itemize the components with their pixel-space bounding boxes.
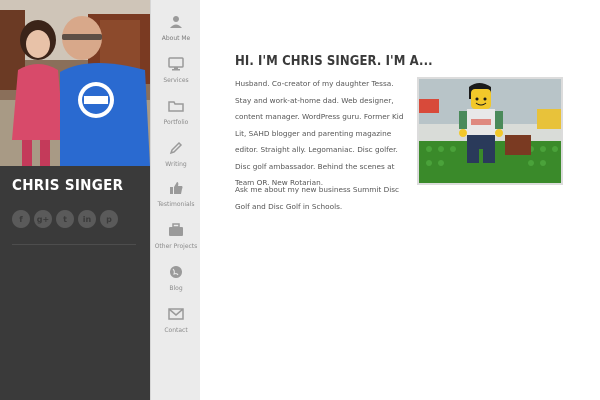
facebook-icon[interactable]: f — [12, 210, 30, 228]
nav-label: About Me — [161, 35, 191, 42]
lego-minifigure-photo — [417, 77, 563, 185]
page-title: Hi. I'm Chris Singer. I'm a... — [235, 54, 433, 69]
nav-item-testimonials[interactable]: Testimonials — [151, 180, 201, 216]
twitter-icon[interactable]: t — [56, 210, 74, 228]
nav-item-other-projects[interactable]: Other Projects — [151, 222, 201, 258]
profile-name: Chris Singer — [12, 176, 124, 194]
envelope-icon — [168, 306, 184, 322]
pinterest-icon[interactable]: p — [100, 210, 118, 228]
nav-label: Portfolio — [163, 119, 189, 126]
nav-item-contact[interactable]: Contact — [151, 306, 201, 342]
nav-label: Contact — [164, 327, 188, 334]
social-links: f g+ t in p — [12, 210, 118, 228]
pencil-icon — [168, 140, 184, 156]
main-nav: About Me Services Portfolio Writing Test… — [150, 0, 200, 400]
folder-icon — [168, 98, 184, 114]
about-section: Hi. I'm Chris Singer. I'm a... — [235, 50, 565, 77]
profile-photo — [0, 0, 150, 166]
linkedin-icon[interactable]: in — [78, 210, 96, 228]
active-nav-indicator — [200, 42, 206, 54]
business-paragraph: Ask me about my new business Summit Disc… — [235, 185, 400, 211]
monitor-icon — [168, 56, 184, 72]
nav-label: Services — [163, 77, 189, 84]
nav-label: Testimonials — [157, 201, 195, 208]
profile-sidebar: Chris Singer f g+ t in p — [0, 0, 150, 400]
sidebar-divider — [12, 244, 136, 245]
nav-item-blog[interactable]: Blog — [151, 264, 201, 300]
globe-icon — [168, 264, 184, 280]
nav-item-services[interactable]: Services — [151, 56, 201, 92]
bio-paragraph: Husband. Co-creator of my daughter Tessa… — [235, 79, 404, 187]
nav-label: Other Projects — [154, 243, 198, 250]
nav-label: Blog — [169, 285, 183, 292]
nav-item-writing[interactable]: Writing — [151, 140, 201, 176]
nav-label: Writing — [165, 161, 187, 168]
nav-item-about-me[interactable]: About Me — [151, 14, 201, 50]
google-plus-icon[interactable]: g+ — [34, 210, 52, 228]
thumbs-up-icon — [168, 180, 184, 196]
briefcase-icon — [168, 222, 184, 238]
nav-item-portfolio[interactable]: Portfolio — [151, 98, 201, 134]
user-icon — [168, 14, 184, 30]
